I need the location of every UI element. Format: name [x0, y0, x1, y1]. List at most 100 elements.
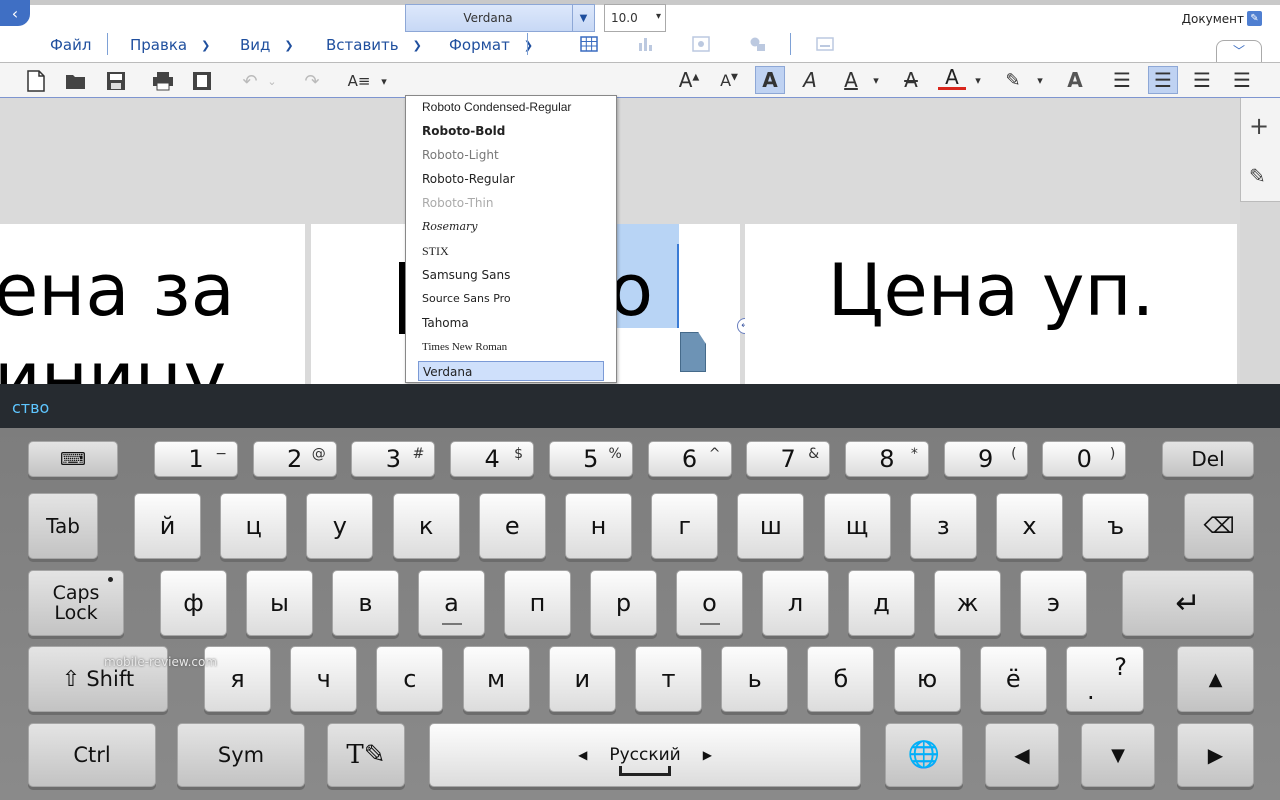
key-letter[interactable]: ё — [979, 646, 1047, 712]
font-option-tahoma[interactable]: Tahoma — [422, 313, 469, 333]
add-icon[interactable]: + — [1249, 112, 1269, 140]
selection-handle[interactable] — [680, 332, 706, 372]
key-4[interactable]: 4 $ — [450, 441, 535, 477]
key-letter[interactable]: щ — [823, 493, 891, 559]
key-letter[interactable]: к — [392, 493, 460, 559]
open-button[interactable] — [64, 67, 88, 95]
font-option-roboto-regular[interactable]: Roboto-Regular — [422, 169, 515, 189]
menu-edit[interactable]: Правка ❯ — [130, 34, 210, 56]
keyboard-hide-key[interactable]: ⌨ — [28, 441, 118, 477]
arrow-left-key[interactable]: ◀ — [985, 723, 1059, 787]
key-letter[interactable]: й — [134, 493, 201, 559]
new-document-button[interactable] — [24, 67, 48, 95]
key-6[interactable]: 6 ^ — [647, 441, 732, 477]
key-letter[interactable]: ц — [220, 493, 288, 559]
page-view-button[interactable] — [190, 67, 214, 95]
key-letter[interactable]: д — [848, 570, 915, 636]
font-option-verdana[interactable]: Verdana — [418, 361, 604, 381]
language-key[interactable]: 🌐 — [885, 723, 963, 787]
key-letter[interactable]: ж — [934, 570, 1001, 636]
key-1[interactable]: 1− — [154, 441, 238, 477]
enter-key[interactable]: ↵ — [1122, 570, 1254, 636]
key-letter[interactable]: р — [590, 570, 657, 636]
font-option-times[interactable]: Times New Roman — [422, 337, 507, 357]
punctuation-key[interactable]: .? — [1066, 646, 1144, 712]
key-letter[interactable]: г — [651, 493, 719, 559]
space-key[interactable]: ◀ Русский ▶ — [429, 723, 861, 787]
arrow-right-key[interactable]: ▶ — [1177, 723, 1254, 787]
font-option-roboto-thin[interactable]: Roboto-Thin — [422, 193, 493, 213]
caps-lock-key[interactable]: Caps Lock — [28, 570, 124, 636]
key-letter[interactable]: ь — [721, 646, 789, 712]
key-letter[interactable]: э — [1020, 570, 1087, 636]
key-letter[interactable]: и — [548, 646, 616, 712]
key-letter[interactable]: с — [376, 646, 444, 712]
key-letter[interactable]: в — [332, 570, 399, 636]
key-0[interactable]: 0) — [1042, 441, 1127, 477]
collapse-toolbar-button[interactable]: ﹀ — [1216, 40, 1262, 62]
key-5[interactable]: 5% — [548, 441, 633, 477]
font-option-roboto-light[interactable]: Roboto-Light — [422, 145, 499, 165]
sym-key[interactable]: Sym — [177, 723, 305, 787]
menu-file[interactable]: Файл — [50, 34, 91, 56]
key-letter[interactable]: ч — [290, 646, 358, 712]
text-cursor — [677, 244, 679, 328]
font-option-rosemary[interactable]: Rosemary — [422, 217, 478, 237]
font-option-source-sans[interactable]: Source Sans Pro — [422, 289, 511, 309]
key-letter[interactable]: т — [635, 646, 702, 712]
key-letter[interactable]: м — [462, 646, 530, 712]
font-option-roboto-bold[interactable]: Roboto-Bold — [422, 121, 505, 141]
key-letter[interactable]: з — [909, 493, 977, 559]
key-letter[interactable]: о — [676, 570, 743, 636]
edit-document-icon[interactable]: ✎ — [1247, 11, 1262, 26]
key-letter[interactable]: х — [996, 493, 1063, 559]
font-select[interactable]: Verdana ▼ — [405, 4, 595, 32]
key-2[interactable]: 2 @ — [252, 441, 337, 477]
key-letter[interactable]: л — [762, 570, 829, 636]
undo-button[interactable]: ↶ — [240, 67, 260, 95]
table-icon[interactable] — [580, 36, 598, 52]
handwriting-key[interactable]: T✎ — [327, 723, 405, 787]
print-button[interactable] — [150, 67, 176, 95]
arrow-down-key[interactable]: ▼ — [1081, 723, 1155, 787]
font-option-stix[interactable]: STIX — [422, 241, 449, 261]
key-letter[interactable]: ы — [246, 570, 313, 636]
font-option-samsung-sans[interactable]: Samsung Sans — [422, 265, 510, 285]
menu-format[interactable]: Формат ❯ — [449, 34, 533, 56]
suggestion-word[interactable]: ство — [12, 398, 49, 417]
key-9[interactable]: 9( — [943, 441, 1028, 477]
key-letter[interactable]: п — [504, 570, 571, 636]
delete-key[interactable]: Del — [1162, 441, 1254, 477]
menu-view[interactable]: Вид ❯ — [240, 34, 294, 56]
text-style-button[interactable]: A≡ — [346, 67, 372, 95]
back-button[interactable]: ‹ — [0, 0, 30, 26]
key-letter[interactable]: н — [565, 493, 632, 559]
font-option-roboto-condensed[interactable]: Roboto Condensed-Regular — [422, 97, 571, 117]
backspace-key[interactable]: ⌫ — [1184, 493, 1254, 559]
redo-button[interactable]: ↷ — [300, 67, 324, 95]
key-letter[interactable]: а — [418, 570, 485, 636]
ctrl-key[interactable]: Ctrl — [28, 723, 156, 787]
text-style-dropdown[interactable]: ▾ — [376, 67, 392, 95]
formatting-toolbar: ↶ ⌄ ↷ A≡ ▾ — [0, 62, 1280, 98]
edit-note-icon[interactable]: ✎ — [1249, 164, 1266, 188]
arrow-up-key[interactable]: ▲ — [1177, 646, 1254, 712]
key-letter[interactable]: б — [807, 646, 875, 712]
key-letter[interactable]: ф — [160, 570, 227, 636]
shapes-icon — [750, 37, 765, 51]
key-letter[interactable]: ъ — [1082, 493, 1150, 559]
key-7[interactable]: 7 & — [746, 441, 831, 477]
font-size-select[interactable]: 10.0 ▾ — [604, 4, 666, 32]
key-letter[interactable]: ш — [737, 493, 805, 559]
table-cell[interactable]: ена за иницу — [0, 224, 305, 384]
key-letter[interactable]: у — [306, 493, 374, 559]
key-3[interactable]: 3 # — [351, 441, 436, 477]
key-letter[interactable]: ю — [893, 646, 961, 712]
key-letter[interactable]: е — [478, 493, 546, 559]
key-8[interactable]: 8 * — [844, 441, 929, 477]
tab-key[interactable]: Tab — [28, 493, 98, 559]
menu-insert[interactable]: Вставить ❯ — [326, 34, 422, 56]
save-button[interactable] — [104, 67, 128, 95]
table-cell[interactable]: Цена уп. — [745, 224, 1237, 384]
undo-dropdown[interactable]: ⌄ — [264, 67, 280, 95]
